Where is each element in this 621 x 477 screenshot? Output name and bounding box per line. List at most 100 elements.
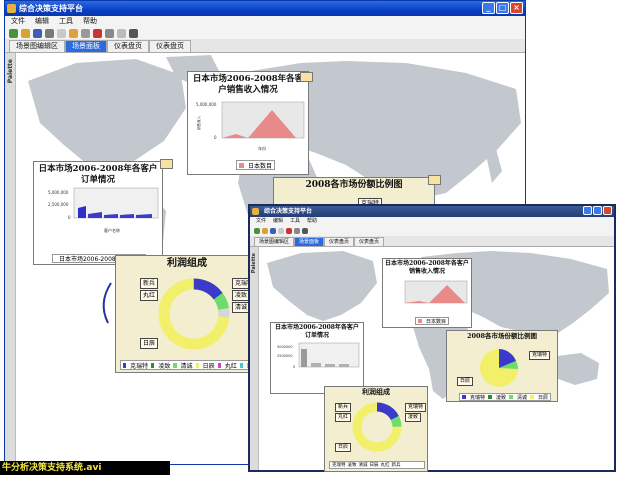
menu-tools[interactable]: 工具 [59,16,73,27]
sales-legend-swatch [239,162,244,168]
cut-icon[interactable] [81,28,90,38]
chart-edit-icon[interactable] [300,72,313,82]
profit-callout-6: 日辰 [140,338,159,349]
orders-chart: 5,000,000 2,500,000 0 客户名称 [48,187,159,233]
redo-icon[interactable] [69,28,78,38]
copy-icon[interactable] [105,28,114,38]
legend-swatch [217,362,221,368]
inner-share-card[interactable]: 2008各市场份额比例图 克瑞特 日辰 克瑞特 凌致 清诚 日辰 [446,330,558,402]
inner-tab-bar: 场景图编辑区 场景面板 仪表盘页 仪表盘页 [250,236,614,247]
profit-legend-4: 丸红 [224,362,237,370]
inner-share-legend-2: 清诚 [517,394,528,401]
profit-legend-1: 凌致 [158,362,171,370]
paste-icon[interactable] [117,28,126,38]
menu-help[interactable]: 帮助 [83,16,97,27]
inner-profit-legend-0: 克瑞特 [332,463,346,468]
tab-dashboard-1[interactable]: 仪表盘页 [107,40,149,52]
inner-toolbar [250,226,614,236]
inner-menu-help[interactable]: 帮助 [307,217,317,226]
share-chart-title: 2008各市场份额比例图 [305,180,403,190]
sales-chart-card[interactable]: 日本市场2006-2008年各客户销售收入情况 销售收入 5,000,000 0… [187,71,313,175]
inner-tab-dashboard-1[interactable]: 仪表盘页 [324,237,355,246]
undo-icon[interactable] [278,228,284,234]
pen-icon[interactable] [302,228,308,234]
window-controls: _ □ × [482,2,523,14]
inner-profit-card[interactable]: 利润组成 新兵 丸红 克瑞特 凌致 日辰 克瑞特 凌致 清诚 日辰 丸红 新兵 [324,386,428,472]
close-button[interactable]: × [510,2,523,14]
open-icon[interactable] [262,228,268,234]
print-icon[interactable] [45,28,54,38]
inner-share-legend: 克瑞特 凌致 清诚 日辰 [459,393,552,401]
palette-sidebar[interactable]: Palette [5,53,16,464]
inner-orders-ytick-1: 2500000 [277,354,293,358]
minimize-button[interactable]: _ [482,2,495,14]
sales-ylabel: 销售收入 [196,116,201,130]
inner-sales-chart [404,280,468,304]
inner-close-button[interactable] [603,206,612,215]
inner-profit-legend: 克瑞特 凌致 清诚 日辰 丸红 新兵 [329,461,425,469]
tab-dashboard-2[interactable]: 仪表盘页 [149,40,191,52]
orders-chart-title: 日本市场2006-2008年各客户订单情况 [38,164,158,185]
pen-icon[interactable] [129,28,138,38]
inner-profit-callout-4: 凌致 [405,413,422,422]
inner-share-legend-1: 凌致 [496,394,507,401]
inner-palette-label: Palette [251,253,257,274]
inner-maximize-button[interactable] [593,206,602,215]
sales-legend: 日本数目 [236,160,276,170]
inner-profit-callout-5: 日辰 [335,443,352,452]
save-icon[interactable] [270,228,276,234]
profit-chart-card[interactable]: 利润组成 新兵 丸红 克瑞特 凌致 清诚 日辰 克瑞特 凌致 清诚 日辰 丸红 … [115,253,265,373]
profit-legend: 克瑞特 凌致 清诚 日辰 丸红 新 [120,360,256,370]
inner-tab-scene-editor[interactable]: 场景图编辑区 [254,237,295,246]
legend-swatch [462,395,466,399]
inner-menu-edit[interactable]: 编辑 [273,217,283,226]
inner-profit-donut [352,402,402,452]
tab-scene-editor[interactable]: 场景图编辑区 [9,40,65,52]
inner-share-callout-1: 克瑞特 [529,351,551,360]
delete-icon[interactable] [286,228,292,234]
copy-icon[interactable] [294,228,300,234]
inner-orders-chart: 5000000 2500000 0 [277,342,360,369]
orders-chart-card[interactable]: 日本市场2006-2008年各客户订单情况 5,000,000 2,500,00… [33,159,173,265]
inner-orders-card[interactable]: 日本市场2006-2008年各客户订单情况 5000000 2500000 0 [270,322,364,394]
orders-ytick-1: 2,500,000 [48,202,69,207]
inner-palette-sidebar[interactable]: Palette [250,247,259,470]
chart-edit-icon[interactable] [428,175,441,185]
inner-profit-callout-3: 克瑞特 [405,403,427,412]
inner-profit-legend-5: 新兵 [391,463,401,468]
legend-swatch [151,362,155,368]
maximize-button[interactable]: □ [496,2,509,14]
inner-share-pie [480,349,518,387]
profit-chart-title: 利润组成 [167,258,207,269]
video-caption: 牛分析决策支持系统.avi [0,461,170,475]
chart-edit-icon[interactable] [160,159,173,169]
open-icon[interactable] [21,28,30,38]
inner-profit-legend-4: 丸红 [380,463,390,468]
inner-share-title: 2008各市场份额比例图 [466,332,538,340]
inner-menu-file[interactable]: 文件 [256,217,266,226]
tab-scene-panel[interactable]: 场景面板 [65,40,107,52]
menu-edit[interactable]: 编辑 [35,16,49,27]
inner-tab-dashboard-2[interactable]: 仪表盘页 [354,237,385,246]
inner-minimize-button[interactable] [583,206,592,215]
sales-ytick-bottom: 0 [214,135,217,140]
delete-icon[interactable] [93,28,102,38]
orders-ytick-0: 5,000,000 [48,190,69,195]
new-icon[interactable] [254,228,260,234]
sales-legend-label: 日本数目 [248,162,273,170]
inner-share-callout-2: 日辰 [457,377,474,386]
inner-menu-tools[interactable]: 工具 [290,217,300,226]
inner-tab-scene-panel[interactable]: 场景面板 [294,237,325,246]
save-icon[interactable] [33,28,42,38]
inner-title-bar[interactable]: 综合决策支持平台 [250,206,614,217]
orders-ytick-2: 0 [68,215,71,220]
inner-window-controls [583,206,612,215]
inner-sales-card[interactable]: 日本市场2006-2008年各客户销售收入情况 日本数目 [382,258,472,328]
legend-swatch [530,395,535,399]
main-title-bar[interactable]: 综合决策支持平台 _ □ × [5,1,525,16]
inner-window-title: 综合决策支持平台 [264,208,313,215]
menu-file[interactable]: 文件 [11,16,25,27]
new-icon[interactable] [9,28,18,38]
undo-icon[interactable] [57,28,66,38]
profit-donut [158,278,230,350]
